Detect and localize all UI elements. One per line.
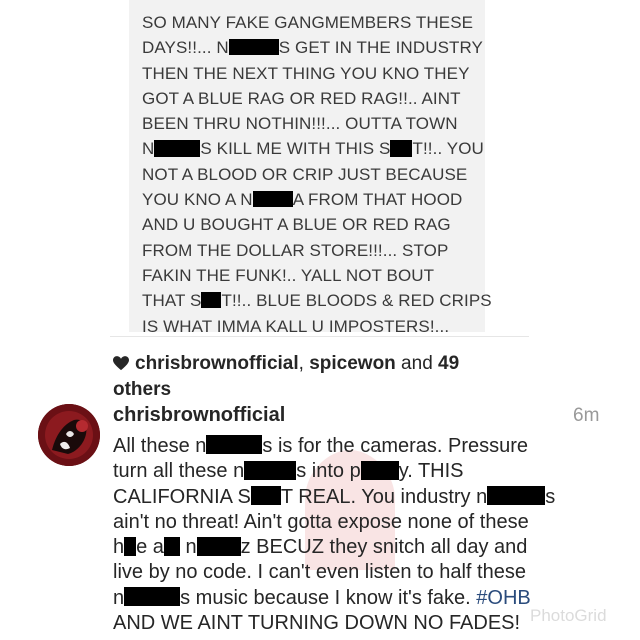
comment-username[interactable]: chrisbrownofficial [113, 404, 285, 427]
divider [110, 336, 529, 337]
redaction-bar [228, 39, 279, 56]
likes-summary: chrisbrownofficial, spicewon and 49 othe… [113, 352, 513, 402]
quoted-post-image: SO MANY FAKE GANGMEMBERS THESE DAYS!!... … [129, 0, 492, 336]
comment-text-line: ain't no threat! Ain't gotta expose none… [113, 510, 529, 533]
likes-and: and [395, 353, 439, 374]
redaction-bar [360, 460, 399, 480]
redaction-bar [196, 536, 241, 556]
avatar[interactable] [38, 404, 100, 466]
redaction-bar [250, 485, 281, 505]
redaction-bar [244, 460, 297, 480]
post-text-line: BEEN THRU NOTHIN!!!... OUTTA TOWN [142, 114, 458, 134]
redaction-bar [154, 140, 201, 157]
post-text-line: NOT A BLOOD OR CRIP JUST BECAUSE [142, 164, 468, 184]
redaction-bar [487, 485, 546, 505]
redaction-bar [206, 435, 263, 455]
post-text-line: THEN THE NEXT THING YOU KNO THEY [142, 63, 470, 83]
comment-text-line: turn all these ns into p y. THIS [113, 460, 464, 483]
post-text-line: YOU KNO A NA FROM THAT HOOD [142, 190, 463, 210]
post-text-line: FROM THE DOLLAR STORE!!!... STOP [142, 240, 449, 260]
redaction-bar [124, 536, 137, 556]
photogrid-watermark: PhotoGrid [530, 606, 607, 625]
likes-others[interactable]: others [113, 379, 171, 400]
comment-text-line: All these ns is for the cameras. Pressur… [113, 435, 529, 457]
redaction-bar [201, 292, 222, 309]
comment-text-line: he a nz BECUZ they snitch all day and [113, 536, 528, 559]
redaction-bar [163, 536, 180, 556]
redaction-bar [124, 587, 181, 607]
heart-icon[interactable] [113, 354, 129, 378]
redaction-bar [252, 190, 293, 208]
post-text-line: GOT A BLUE RAG OR RED RAG!!.. AINT [142, 88, 461, 108]
comment-text-line: CALIFORNIA ST REAL. You industry ns [113, 485, 556, 508]
post-text-line: SO MANY FAKE GANGMEMBERS THESE [142, 13, 474, 32]
comment-timestamp: 6m [573, 405, 600, 426]
comment-text-line: live by no code. I can't even listen to … [113, 561, 526, 584]
likes-separator: , [298, 353, 310, 374]
post-text-line: THAT S T!!.. BLUE BLOODS & RED CRIPS [142, 291, 492, 311]
post-text-line: FAKIN THE FUNK!.. YALL NOT BOUT [142, 265, 435, 285]
redaction-bar [390, 140, 413, 157]
post-text-line: DAYS!!... NS GET IN THE INDUSTRY [142, 38, 483, 58]
hashtag-link[interactable]: #OHB [476, 587, 530, 609]
post-text-line: AND U BOUGHT A BLUE OR RED RAG [142, 215, 451, 235]
liker-link[interactable]: chrisbrownofficial [135, 353, 299, 374]
post-text-line: NS KILL ME WITH THIS S T!!.. YOU [142, 139, 484, 159]
likes-count[interactable]: 49 [438, 353, 459, 374]
liker-link[interactable]: spicewon [309, 353, 396, 374]
